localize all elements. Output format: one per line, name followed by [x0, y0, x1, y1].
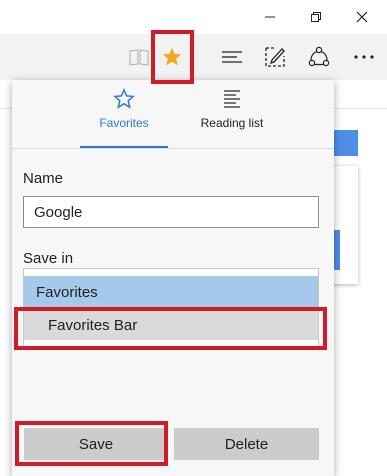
- star-outline-icon: [113, 88, 135, 109]
- save-button[interactable]: Save: [24, 428, 168, 460]
- restore-icon: [311, 12, 321, 22]
- hub-icon: [222, 51, 242, 63]
- tab-reading-list-label: Reading list: [200, 116, 264, 130]
- save-in-label: Save in: [23, 250, 74, 267]
- folder-favorites-bar-label: Favorites Bar: [48, 316, 138, 334]
- tab-favorites-label: Favorites: [99, 116, 149, 130]
- name-input[interactable]: [23, 196, 319, 228]
- tab-favorites[interactable]: Favorites: [80, 80, 168, 148]
- share-button[interactable]: [299, 34, 339, 80]
- star-icon: [162, 47, 182, 66]
- restore-button[interactable]: [296, 0, 336, 34]
- share-icon: [308, 46, 330, 67]
- web-note-button[interactable]: [255, 34, 295, 80]
- minimize-icon: [265, 16, 275, 18]
- more-icon: [354, 55, 374, 59]
- more-button[interactable]: [344, 34, 384, 80]
- folder-favorites-bar[interactable]: Favorites Bar: [24, 310, 318, 340]
- close-button[interactable]: [342, 0, 382, 34]
- minimize-button[interactable]: [250, 0, 290, 34]
- folder-favorites[interactable]: Favorites: [24, 276, 318, 308]
- folder-favorites-label: Favorites: [36, 283, 98, 301]
- favorites-button[interactable]: [152, 34, 192, 80]
- web-note-icon: [265, 47, 285, 67]
- hub-button[interactable]: [212, 34, 252, 80]
- reading-list-icon: [224, 90, 240, 108]
- active-tab-indicator: [80, 146, 168, 148]
- delete-button[interactable]: Delete: [174, 428, 319, 460]
- book-icon: [129, 49, 149, 66]
- tab-reading-list[interactable]: Reading list: [176, 80, 288, 148]
- name-label: Name: [23, 170, 64, 187]
- close-icon: [356, 11, 368, 23]
